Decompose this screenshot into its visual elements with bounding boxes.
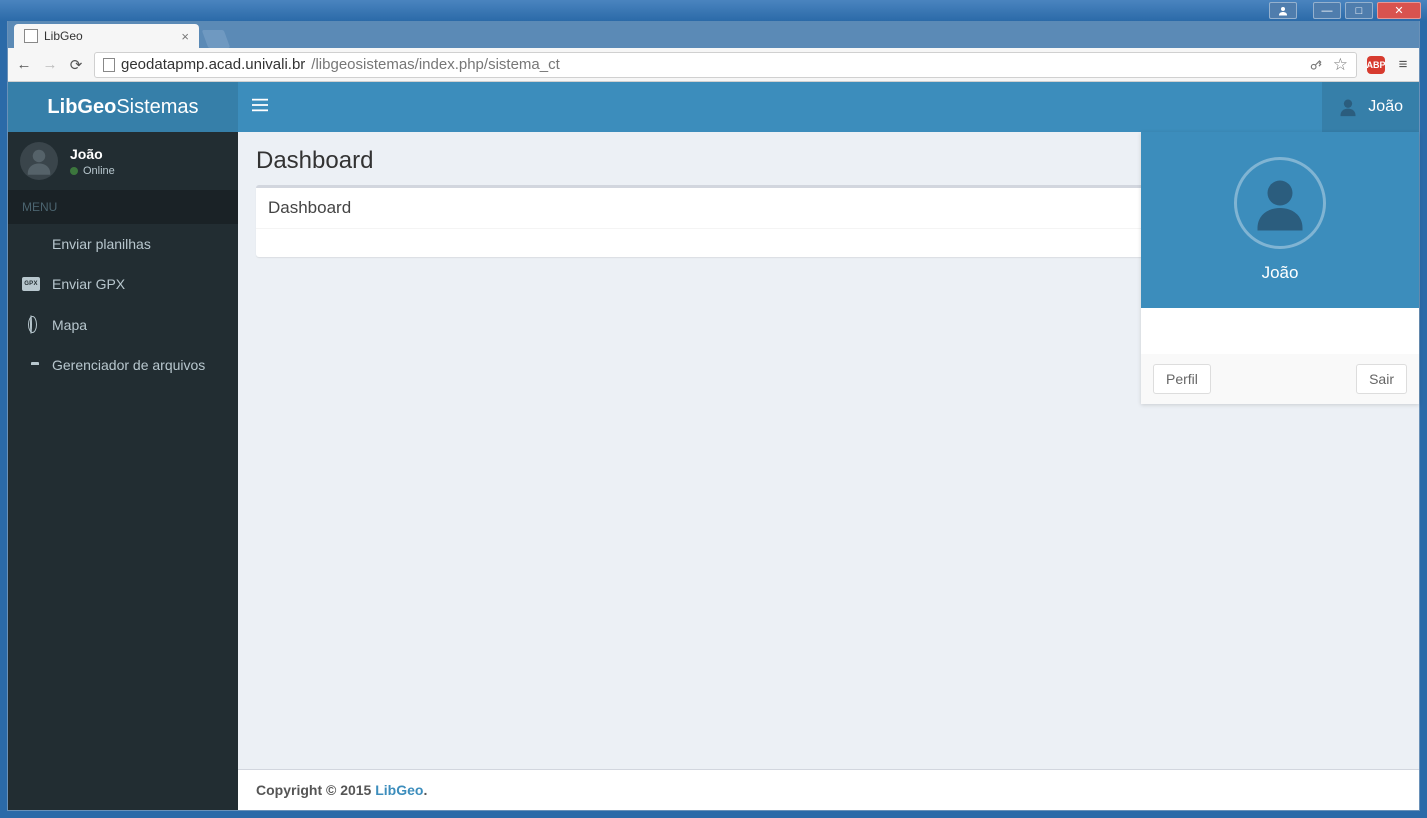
user-icon [1338, 97, 1358, 117]
sidebar-item-label: Enviar GPX [52, 276, 125, 292]
gpx-icon: GPX [22, 277, 40, 291]
bars-icon [252, 98, 268, 112]
app-logo[interactable]: LibGeoSistemas [8, 82, 238, 132]
status-label: Online [83, 165, 115, 177]
forward-button[interactable]: → [42, 57, 58, 73]
browser-tab[interactable]: LibGeo × [14, 24, 199, 48]
sidebar: João Online MENU Enviar planilhas [8, 132, 238, 810]
browser-toolbar: ← → ⟳ geodatapmp.acad.univali.br/libgeos… [8, 48, 1419, 82]
logout-button[interactable]: Sair [1356, 364, 1407, 394]
footer-suffix: . [423, 782, 427, 798]
abp-extension-icon[interactable]: ABP [1367, 56, 1385, 74]
new-tab-button[interactable] [202, 30, 231, 48]
tab-close-icon[interactable]: × [181, 29, 189, 44]
user-dropdown-name: João [1262, 263, 1299, 283]
reload-button[interactable]: ⟳ [68, 57, 84, 73]
profile-button[interactable]: Perfil [1153, 364, 1211, 394]
logo-light: Sistemas [116, 96, 198, 118]
sidebar-user-name: João [70, 146, 115, 162]
footer-link[interactable]: LibGeo [375, 782, 423, 798]
sidebar-user-status: Online [70, 165, 115, 177]
os-minimize-button[interactable]: — [1313, 2, 1341, 19]
url-host: geodatapmp.acad.univali.br [121, 56, 305, 73]
sidebar-avatar [20, 142, 58, 180]
logo-bold: LibGeo [47, 96, 116, 118]
tab-title: LibGeo [44, 29, 175, 43]
user-dropdown-panel: João Perfil Sair [1141, 132, 1419, 404]
address-bar[interactable]: geodatapmp.acad.univali.br/libgeosistema… [94, 52, 1357, 78]
online-dot-icon [70, 167, 78, 175]
footer: Copyright © 2015 LibGeo. [238, 769, 1419, 810]
back-button[interactable]: ← [16, 57, 32, 73]
os-close-button[interactable]: ✕ [1377, 2, 1421, 19]
browser-tabstrip: LibGeo × [8, 21, 1419, 48]
header-user-menu[interactable]: João [1322, 82, 1419, 132]
os-titlebar: — □ ✕ [0, 0, 1427, 21]
user-dropdown-header: João [1141, 132, 1419, 308]
os-user-button[interactable] [1269, 2, 1297, 19]
sidebar-item-label: Enviar planilhas [52, 236, 151, 252]
page-info-icon[interactable] [103, 58, 115, 72]
sidebar-toggle-button[interactable] [238, 98, 282, 117]
sidebar-item-label: Gerenciador de arquivos [52, 357, 205, 373]
sidebar-item-enviar-planilhas[interactable]: Enviar planilhas [8, 224, 238, 264]
sidebar-user-panel: João Online [8, 132, 238, 190]
page-icon [24, 29, 38, 43]
header-user-name: João [1368, 98, 1403, 116]
key-icon[interactable] [1309, 58, 1323, 72]
globe-icon [22, 316, 40, 333]
os-maximize-button[interactable]: □ [1345, 2, 1373, 19]
sidebar-menu-header: MENU [8, 190, 238, 224]
chrome-menu-button[interactable]: ≡ [1395, 57, 1411, 73]
sidebar-item-mapa[interactable]: Mapa [8, 304, 238, 345]
sidebar-item-enviar-gpx[interactable]: GPX Enviar GPX [8, 264, 238, 304]
user-dropdown-avatar [1234, 157, 1326, 249]
footer-prefix: Copyright © 2015 [256, 782, 375, 798]
sidebar-item-gerenciador[interactable]: Gerenciador de arquivos [8, 345, 238, 385]
sidebar-item-label: Mapa [52, 317, 87, 333]
bookmark-star-icon[interactable]: ☆ [1333, 55, 1348, 75]
url-path: /libgeosistemas/index.php/sistema_ct [311, 56, 559, 73]
app-header: LibGeoSistemas João [8, 82, 1419, 132]
